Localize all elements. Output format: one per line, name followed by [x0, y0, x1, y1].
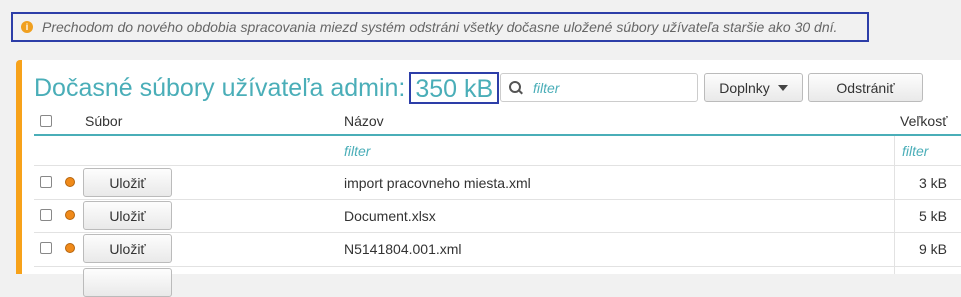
status-dot [65, 177, 75, 187]
title-row: Dočasné súbory užívateľa admin: 350 kB [34, 71, 500, 105]
status-dot [65, 243, 75, 253]
file-size: 9 kB [918, 241, 947, 257]
save-label: Uložiť [109, 207, 146, 224]
size-filter[interactable]: filter [902, 143, 928, 159]
filter-box[interactable] [500, 73, 698, 102]
addons-dropdown-button[interactable]: Doplnky [704, 73, 803, 102]
total-size: 350 kB [409, 72, 500, 104]
file-size: 5 kB [918, 208, 947, 224]
column-header-size[interactable]: Veľkosť [900, 113, 947, 135]
remove-label: Odstrániť [836, 79, 895, 96]
save-label: Uložiť [109, 240, 146, 257]
row-divider [34, 199, 961, 200]
page-title: Dočasné súbory užívateľa admin: [34, 73, 406, 102]
temp-files-panel: Dočasné súbory užívateľa admin: 350 kB D… [16, 60, 961, 297]
name-filter[interactable]: filter [344, 143, 370, 159]
column-header-file[interactable]: Súbor [85, 113, 122, 135]
file-name: import pracovneho miesta.xml [344, 175, 531, 191]
save-button[interactable]: Uložiť [83, 201, 172, 230]
info-icon: i [21, 21, 33, 33]
column-divider [894, 136, 895, 274]
status-dot [65, 210, 75, 220]
save-button[interactable]: Uložiť [83, 168, 172, 197]
addons-label: Doplnky [719, 79, 770, 96]
chevron-down-icon [777, 84, 788, 91]
row-checkbox[interactable] [40, 242, 52, 254]
row-divider [34, 232, 961, 233]
file-size: 3 kB [918, 175, 947, 191]
row-checkbox[interactable] [40, 209, 52, 221]
filter-input[interactable] [531, 78, 695, 97]
file-name: Document.xlsx [344, 208, 436, 224]
search-icon [509, 80, 523, 95]
save-button[interactable]: Uložiť [83, 234, 172, 263]
header-divider [34, 134, 961, 136]
file-name: N5141804.001.xml [344, 241, 462, 257]
row-checkbox[interactable] [40, 176, 52, 188]
row-divider [34, 165, 961, 166]
save-label: Uložiť [109, 174, 146, 191]
info-notice: i Prechodom do nového obdobia spracovani… [11, 12, 869, 42]
row-divider [34, 266, 961, 267]
save-button[interactable] [83, 268, 172, 297]
column-header-name[interactable]: Názov [344, 113, 384, 135]
remove-button[interactable]: Odstrániť [808, 73, 923, 102]
notice-text: Prechodom do nového obdobia spracovania … [42, 19, 838, 35]
select-all-checkbox[interactable] [40, 115, 52, 127]
